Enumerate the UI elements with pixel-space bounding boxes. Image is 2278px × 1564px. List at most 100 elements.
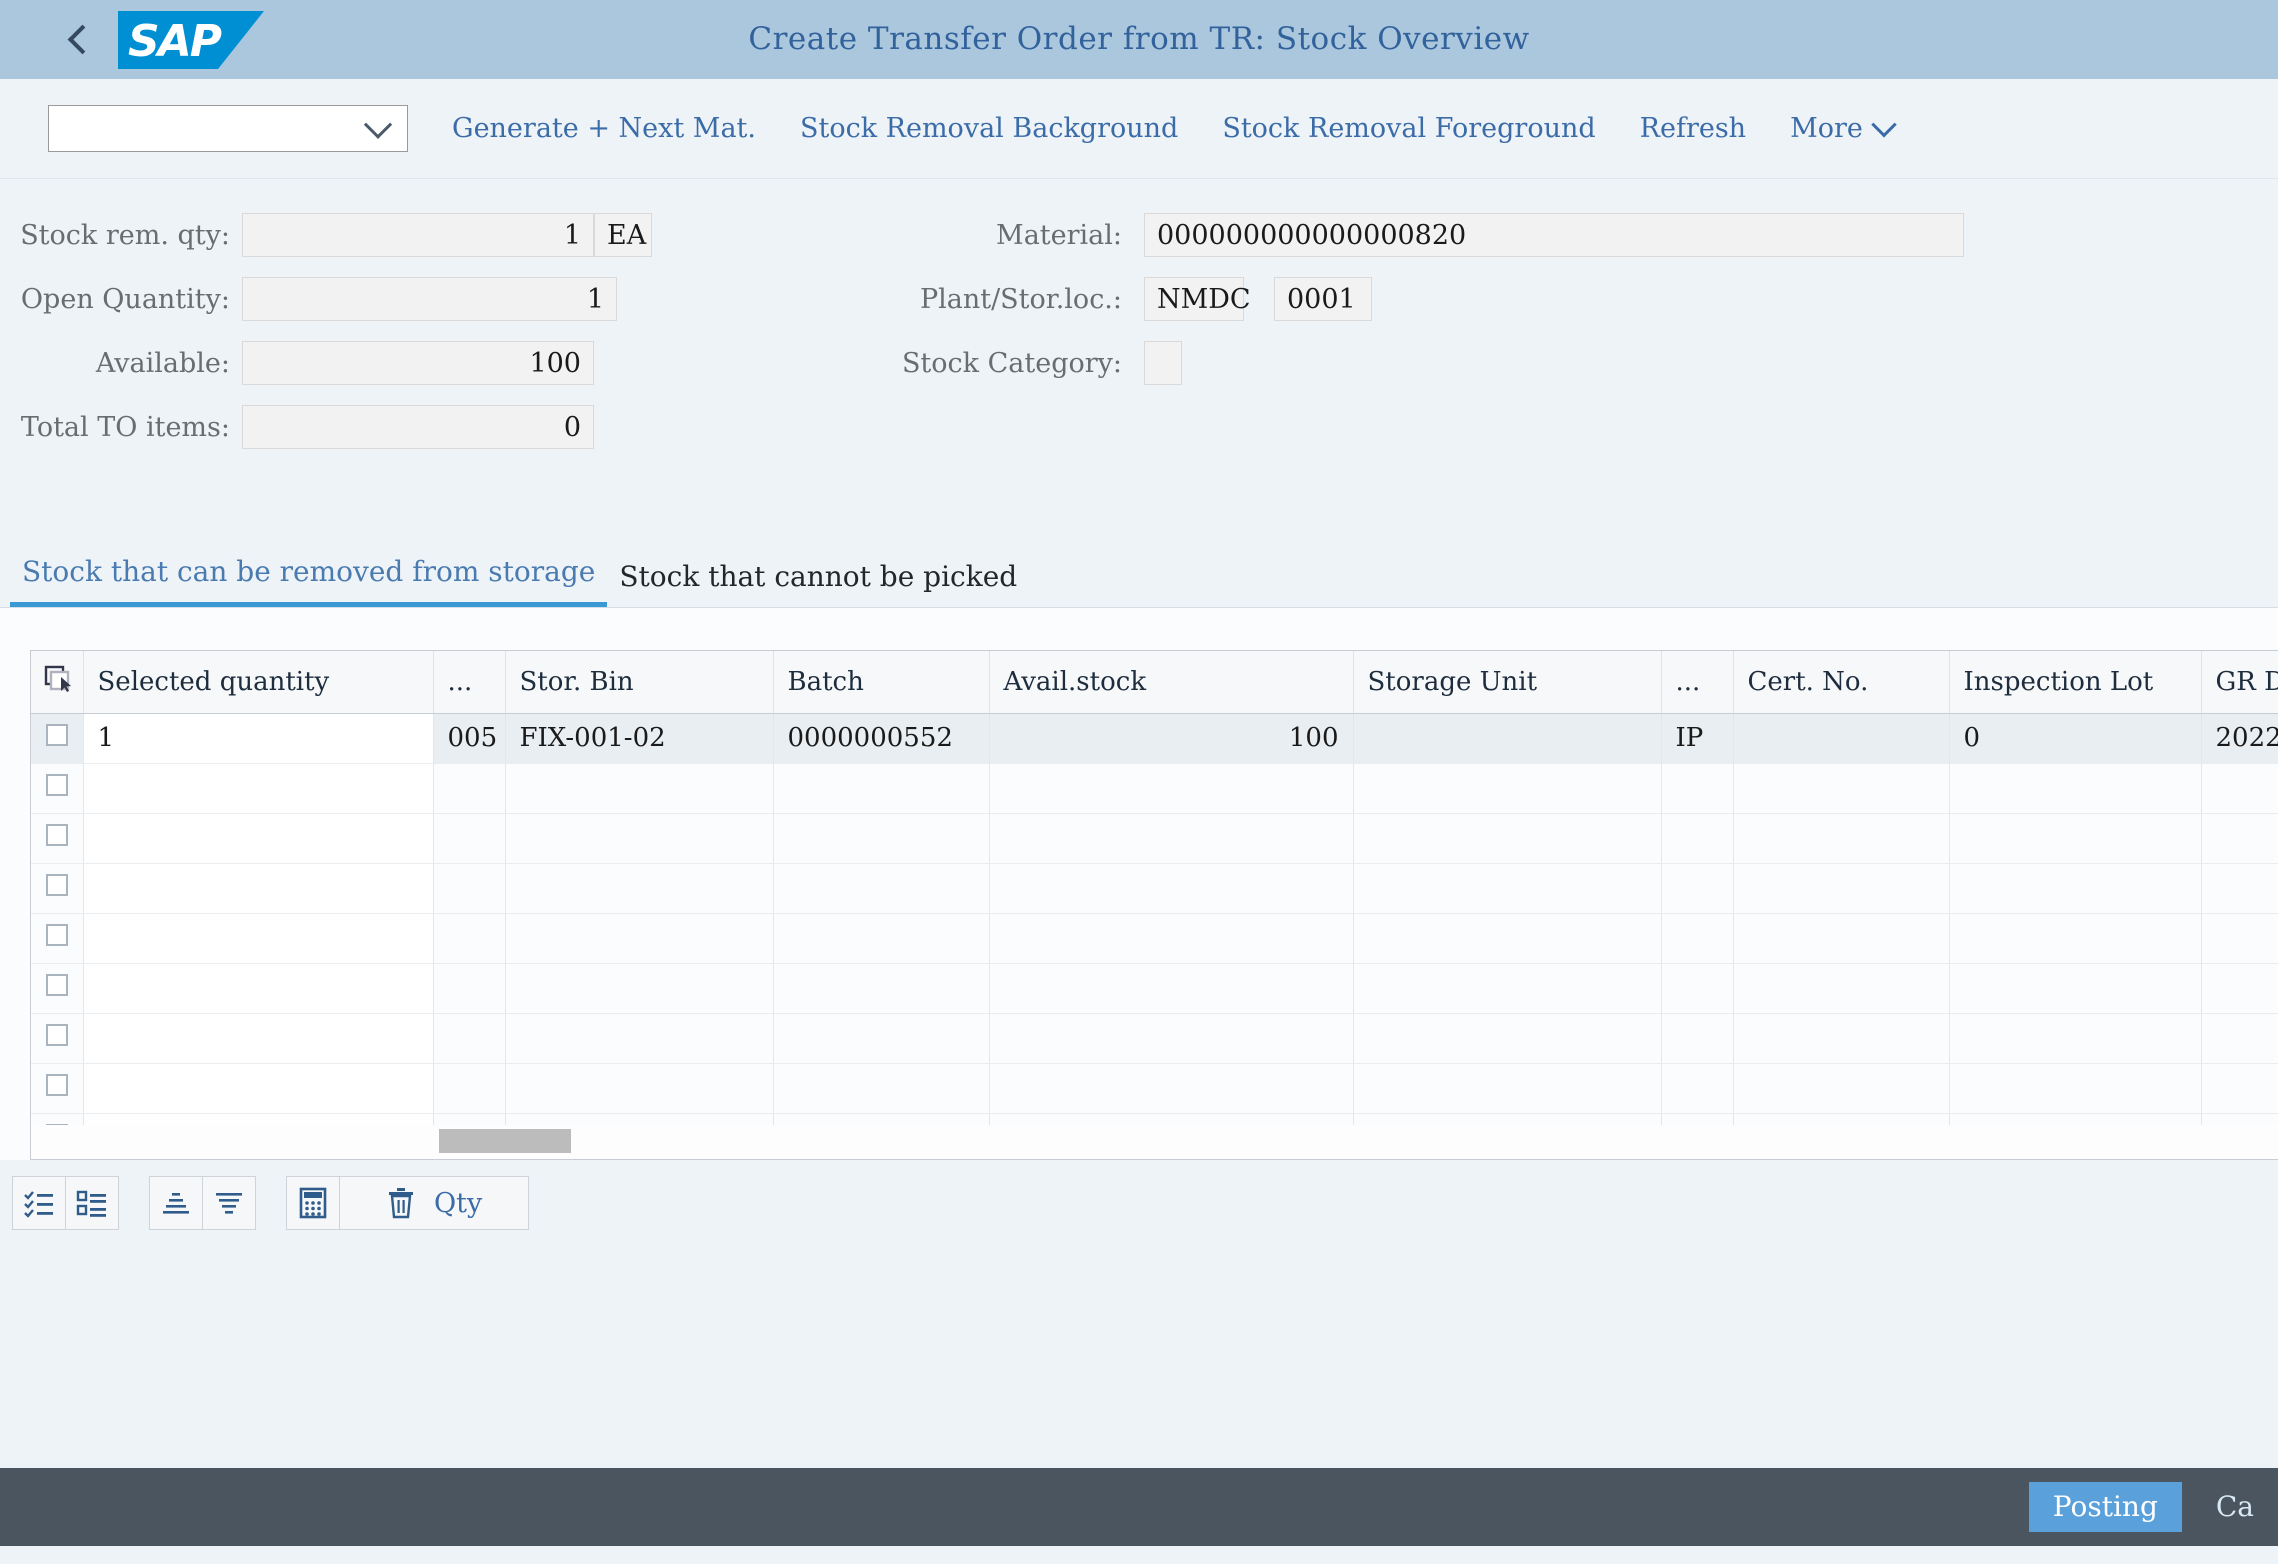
col-ellipsis-2[interactable]: ... [1661, 651, 1734, 714]
cell-batch[interactable] [773, 913, 990, 964]
row-checkbox-cell[interactable] [31, 713, 84, 764]
cell-ellipsis-1[interactable] [433, 1013, 506, 1064]
cell-cert-no[interactable] [1733, 713, 1950, 764]
cell-inspection-lot[interactable] [1949, 863, 2202, 914]
row-checkbox[interactable] [45, 774, 68, 796]
cell-ellipsis-2[interactable] [1661, 913, 1734, 964]
col-ellipsis-1[interactable]: ... [433, 651, 506, 714]
cell-stor-bin[interactable] [505, 763, 774, 814]
table-row[interactable] [31, 813, 2278, 864]
row-checkbox[interactable] [45, 874, 68, 896]
cell-selected-quantity[interactable] [83, 1063, 434, 1114]
cell-ellipsis-1[interactable] [433, 813, 506, 864]
cell-batch[interactable] [773, 963, 990, 1014]
cell-inspection-lot[interactable] [1949, 1063, 2202, 1114]
delete-qty-button[interactable]: Qty [339, 1176, 530, 1230]
col-selected-quantity[interactable]: Selected quantity [83, 651, 434, 714]
cell-cert-no[interactable] [1733, 813, 1950, 864]
table-row[interactable]: 1 005 FIX-001-02 0000000552 100 IP 0 202… [31, 713, 2278, 764]
stock-removal-foreground-button[interactable]: Stock Removal Foreground [1222, 113, 1595, 144]
cell-selected-quantity[interactable]: 1 [83, 713, 434, 764]
sap-logo[interactable]: SAP [118, 10, 264, 69]
material-input[interactable]: 000000000000000820 [1144, 213, 1964, 257]
cell-selected-quantity[interactable] [83, 913, 434, 964]
cell-gr-date[interactable] [2201, 763, 2278, 814]
more-button[interactable]: More [1790, 111, 1897, 144]
cell-batch[interactable] [773, 1063, 990, 1114]
cell-avail-stock[interactable] [989, 763, 1354, 814]
cell-batch[interactable] [773, 763, 990, 814]
row-checkbox[interactable] [45, 724, 68, 746]
cell-cert-no[interactable] [1733, 963, 1950, 1014]
cell-ellipsis-1[interactable]: 005 [433, 713, 506, 764]
cell-ellipsis-1[interactable] [433, 863, 506, 914]
tab-stock-not-pickable[interactable]: Stock that cannot be picked [607, 560, 1029, 607]
table-row[interactable] [31, 963, 2278, 1014]
cell-ellipsis-2[interactable]: IP [1661, 713, 1734, 764]
row-checkbox[interactable] [45, 1074, 68, 1096]
table-row[interactable] [31, 1063, 2278, 1114]
cell-inspection-lot[interactable] [1949, 913, 2202, 964]
cell-gr-date[interactable] [2201, 813, 2278, 864]
stock-removal-background-button[interactable]: Stock Removal Background [800, 113, 1178, 144]
cell-ellipsis-1[interactable] [433, 913, 506, 964]
filter-button[interactable] [202, 1176, 256, 1230]
cell-storage-unit[interactable] [1353, 963, 1662, 1014]
cell-ellipsis-2[interactable] [1661, 963, 1734, 1014]
cell-avail-stock[interactable] [989, 1063, 1354, 1114]
stock-rem-qty-unit[interactable]: EA [594, 213, 652, 257]
cell-avail-stock[interactable] [989, 863, 1354, 914]
cell-stor-bin[interactable] [505, 913, 774, 964]
cancel-button[interactable]: Ca [2192, 1482, 2278, 1532]
cell-avail-stock[interactable] [989, 813, 1354, 864]
cell-ellipsis-1[interactable] [433, 763, 506, 814]
posting-button[interactable]: Posting [2028, 1482, 2182, 1532]
cell-ellipsis-2[interactable] [1661, 863, 1734, 914]
total-to-items-input[interactable]: 0 [242, 405, 594, 449]
cell-gr-date[interactable] [2201, 913, 2278, 964]
cell-stor-bin[interactable]: FIX-001-02 [505, 713, 774, 764]
generate-next-mat-button[interactable]: Generate + Next Mat. [452, 113, 756, 144]
cell-selected-quantity[interactable] [83, 863, 434, 914]
variant-select[interactable] [48, 105, 408, 152]
refresh-button[interactable]: Refresh [1640, 113, 1746, 144]
open-quantity-input[interactable]: 1 [242, 277, 617, 321]
row-checkbox[interactable] [45, 924, 68, 946]
cell-inspection-lot[interactable] [1949, 763, 2202, 814]
plant-input[interactable]: NMDC [1144, 277, 1251, 321]
cell-selected-quantity[interactable] [83, 763, 434, 814]
back-button[interactable] [56, 17, 102, 63]
cell-ellipsis-2[interactable] [1661, 763, 1734, 814]
table-row[interactable] [31, 1013, 2278, 1064]
cell-cert-no[interactable] [1733, 1013, 1950, 1064]
cell-inspection-lot[interactable] [1949, 813, 2202, 864]
cell-batch[interactable] [773, 1013, 990, 1064]
col-stor-bin[interactable]: Stor. Bin [505, 651, 774, 714]
cell-selected-quantity[interactable] [83, 1013, 434, 1064]
cell-storage-unit[interactable] [1353, 863, 1662, 914]
cell-inspection-lot[interactable]: 0 [1949, 713, 2202, 764]
table-row[interactable] [31, 913, 2278, 964]
cell-stor-bin[interactable] [505, 1063, 774, 1114]
cell-storage-unit[interactable] [1353, 813, 1662, 864]
cell-inspection-lot[interactable] [1949, 1013, 2202, 1064]
cell-batch[interactable] [773, 863, 990, 914]
cell-storage-unit[interactable] [1353, 913, 1662, 964]
col-batch[interactable]: Batch [773, 651, 990, 714]
row-checkbox[interactable] [45, 1024, 68, 1046]
row-checkbox[interactable] [45, 824, 68, 846]
cell-cert-no[interactable] [1733, 763, 1950, 814]
cell-ellipsis-1[interactable] [433, 963, 506, 1014]
cell-selected-quantity[interactable] [83, 813, 434, 864]
tab-stock-removable[interactable]: Stock that can be removed from storage [10, 555, 608, 607]
cell-ellipsis-2[interactable] [1661, 1063, 1734, 1114]
stock-category-input[interactable] [1144, 341, 1182, 385]
cell-cert-no[interactable] [1733, 913, 1950, 964]
cell-avail-stock[interactable] [989, 913, 1354, 964]
cell-avail-stock[interactable]: 100 [989, 713, 1354, 764]
row-checkbox[interactable] [45, 974, 68, 996]
cell-ellipsis-2[interactable] [1661, 1013, 1734, 1064]
horizontal-scrollbar-track[interactable] [31, 1125, 2278, 1159]
cell-gr-date[interactable] [2201, 863, 2278, 914]
cell-stor-bin[interactable] [505, 963, 774, 1014]
